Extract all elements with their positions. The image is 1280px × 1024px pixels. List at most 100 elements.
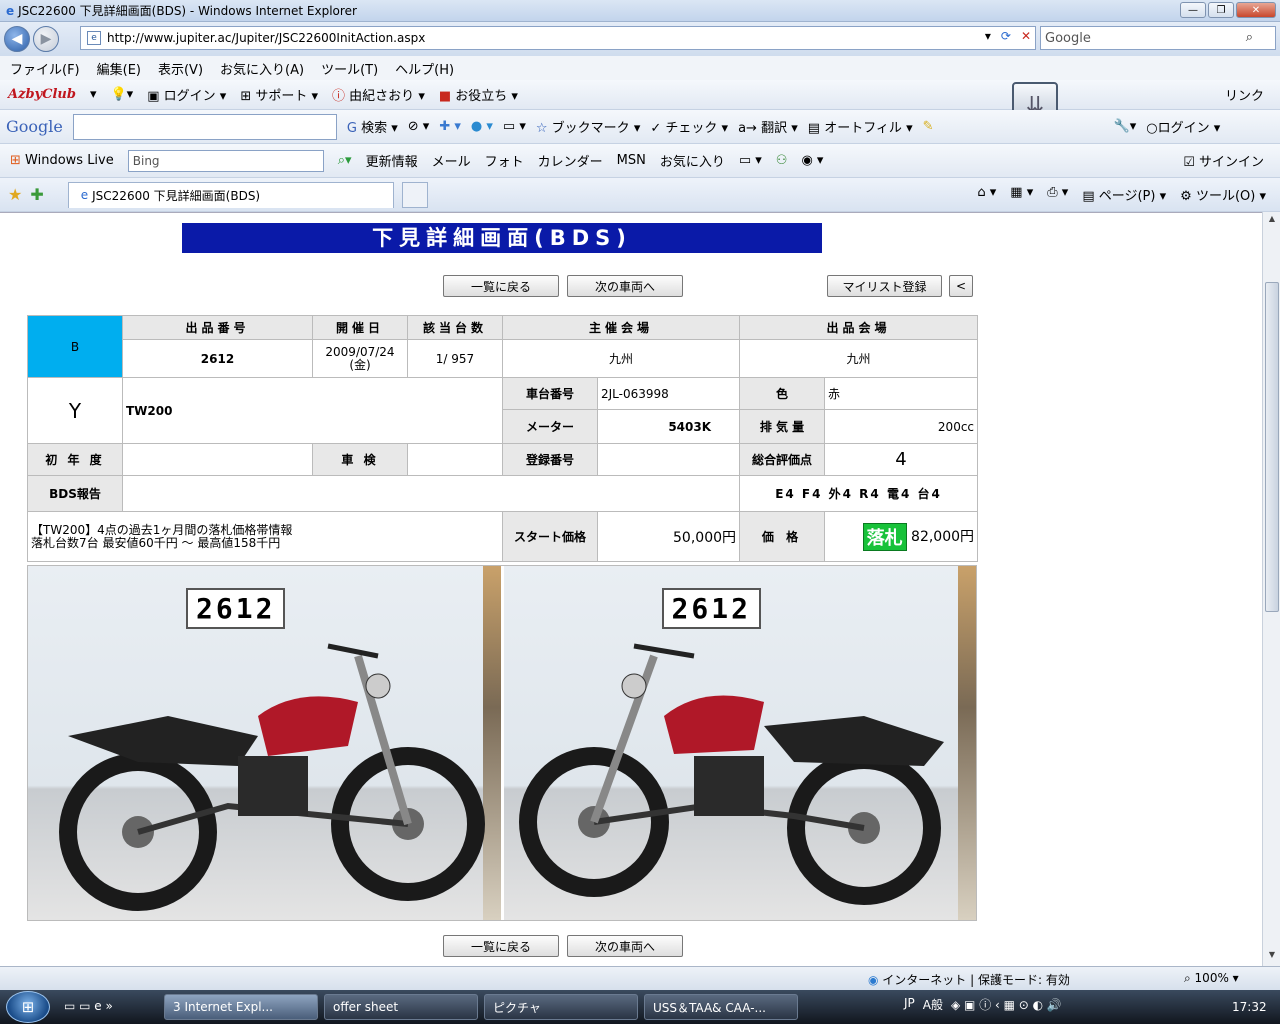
bulb-icon[interactable]: 💡▾: [110, 87, 133, 102]
auction-weekday: (金): [349, 357, 371, 372]
address-bar[interactable]: e http://www.jupiter.ac/Jupiter/JSC22600…: [80, 26, 1036, 50]
messenger-icon[interactable]: ⚇: [776, 153, 788, 168]
translate-icon: a→: [738, 121, 762, 136]
back-button[interactable]: ◀: [4, 26, 30, 52]
feed-icon[interactable]: ▦ ▾: [1010, 185, 1033, 204]
wrench-icon[interactable]: 🔧▾: [1114, 119, 1137, 134]
signin-button[interactable]: ☑ サインイン: [1183, 151, 1264, 170]
favorites-star-icon[interactable]: ★: [8, 185, 22, 204]
user-button[interactable]: ⓘ 由紀さおり ▾: [332, 85, 425, 104]
bing-search-icon[interactable]: ⌕▾: [338, 153, 352, 168]
menu-help[interactable]: ヘルプ(H): [395, 59, 454, 78]
live-link-favorites[interactable]: お気に入り: [660, 151, 725, 170]
live-link-updates[interactable]: 更新情報: [366, 151, 418, 170]
dropdown-icon[interactable]: ▾: [985, 29, 991, 43]
sidewiki-icon[interactable]: ● ▾: [471, 119, 493, 134]
layout-icon[interactable]: ▭ ▾: [503, 119, 526, 134]
live-link-mail[interactable]: メール: [432, 151, 471, 170]
task-internet-explorer[interactable]: 3 Internet Expl...: [164, 994, 318, 1020]
task-uss[interactable]: USS＆TAA& CAA-...: [644, 994, 798, 1020]
color-label: 色: [739, 377, 826, 410]
search-input[interactable]: Google: [1045, 31, 1091, 46]
autofill-button[interactable]: ▤ オートフィル ▾: [808, 117, 913, 136]
search-icon[interactable]: ⌕: [1246, 30, 1253, 45]
maximize-button[interactable]: ❐: [1208, 2, 1234, 18]
useful-button[interactable]: ■ お役立ち ▾: [439, 85, 518, 104]
bookmark-button[interactable]: ☆ ブックマーク ▾: [536, 117, 640, 136]
azby-logo[interactable]: AzbyClub: [8, 87, 76, 102]
support-button[interactable]: ⊞ サポート ▾: [240, 85, 318, 104]
google-login-button[interactable]: ○ログイン ▾: [1146, 117, 1220, 136]
back-to-list-button[interactable]: 一覧に戻る: [443, 275, 559, 297]
windows-live-toolbar: ⊞ Windows Live Bing ⌕▾ 更新情報 メール フォト カレンダ…: [0, 144, 1280, 178]
tray-icons[interactable]: ◈ ▣ ⓘ ‹ ▦ ⊙ ◐ 🔊: [951, 996, 1062, 1013]
vertical-scrollbar[interactable]: ▲ ▼: [1262, 212, 1280, 966]
globe-icon[interactable]: ◉ ▾: [801, 153, 823, 168]
page-icon: e: [87, 31, 101, 45]
language-indicator[interactable]: JP: [904, 996, 915, 1013]
task-offer-label: offer sheet: [333, 1000, 399, 1014]
add-mylist-button[interactable]: マイリスト登録: [827, 275, 942, 297]
login-button[interactable]: ▣ ログイン ▾: [147, 85, 226, 104]
task-pictures[interactable]: ピクチャ: [484, 994, 638, 1020]
system-tray: JP A般 ◈ ▣ ⓘ ‹ ▦ ⊙ ◐ 🔊: [904, 996, 1062, 1013]
bing-search-input[interactable]: Bing: [127, 149, 324, 172]
search-box[interactable]: Google ⌕: [1040, 26, 1276, 50]
scroll-thumb[interactable]: [1265, 282, 1279, 612]
menu-file[interactable]: ファイル(F): [10, 59, 80, 78]
live-link-msn[interactable]: MSN: [617, 153, 646, 168]
inspection-label: 車 検: [312, 443, 408, 476]
prev-button[interactable]: <: [949, 275, 973, 297]
tools-menu[interactable]: ⚙ ツール(O) ▾: [1180, 185, 1266, 204]
back-to-list-button-bottom[interactable]: 一覧に戻る: [443, 935, 559, 957]
minimize-button[interactable]: —: [1180, 2, 1206, 18]
page-menu[interactable]: ▤ ページ(P) ▾: [1082, 185, 1166, 204]
translate-button[interactable]: a→ 翻訳 ▾: [738, 117, 798, 136]
live-link-photo[interactable]: フォト: [485, 151, 524, 170]
google-login-label: ログイン: [1157, 121, 1210, 136]
stop-icon[interactable]: ✕: [1021, 29, 1031, 43]
chevron-down-icon[interactable]: ▾: [90, 87, 97, 102]
registration-value: [596, 443, 741, 476]
home-icon[interactable]: ⌂ ▾: [977, 185, 996, 204]
menu-favorites[interactable]: お気に入り(A): [220, 59, 304, 78]
check-icon: ✓: [650, 121, 666, 136]
print-icon[interactable]: ⎙ ▾: [1047, 185, 1068, 204]
tab-active[interactable]: e JSC22600 下見詳細画面(BDS): [67, 181, 394, 208]
next-vehicle-button-bottom[interactable]: 次の車両へ: [567, 935, 683, 957]
quick-launch-icons[interactable]: ▭ ▭ e »: [64, 999, 113, 1013]
ime-icon[interactable]: A般: [923, 996, 943, 1013]
google-search-input[interactable]: [72, 113, 337, 140]
first-year-label: 初 年 度: [27, 443, 123, 476]
spellcheck-button[interactable]: ✓ チェック ▾: [650, 117, 728, 136]
next-vehicle-button[interactable]: 次の車両へ: [567, 275, 683, 297]
plus-icon[interactable]: ✚ ▾: [439, 119, 461, 134]
google-search-button[interactable]: G 検索 ▾: [347, 117, 398, 136]
vehicle-photo-right[interactable]: 2612: [503, 566, 976, 920]
registration-label: 登録番号: [502, 443, 598, 476]
vehicle-photo-left[interactable]: 2612: [28, 566, 501, 920]
refresh-icon[interactable]: ⟳: [1001, 29, 1011, 43]
close-button[interactable]: ✕: [1236, 2, 1276, 18]
scroll-down-icon[interactable]: ▼: [1265, 950, 1279, 964]
scroll-up-icon[interactable]: ▲: [1265, 214, 1279, 228]
live-link-calendar[interactable]: カレンダー: [538, 151, 603, 170]
menu-edit[interactable]: 編集(E): [97, 59, 141, 78]
bds-report-label: BDS報告: [27, 475, 123, 512]
task-offer-sheet[interactable]: offer sheet: [324, 994, 478, 1020]
add-favorites-icon[interactable]: ✚: [30, 185, 43, 204]
pagerank-icon[interactable]: ⊘ ▾: [408, 119, 430, 134]
links-button[interactable]: リンク: [1225, 85, 1264, 104]
window-icon[interactable]: ▭ ▾: [739, 153, 762, 168]
forward-button[interactable]: ▶: [33, 26, 59, 52]
windows-live-logo[interactable]: ⊞ Windows Live: [10, 153, 114, 168]
start-button[interactable]: ⊞: [6, 991, 50, 1023]
grade-cell: B: [27, 315, 123, 378]
clock[interactable]: 17:32: [1232, 1000, 1267, 1014]
zoom-control[interactable]: ⌕ 100% ▾: [1184, 971, 1239, 986]
new-tab-button[interactable]: [401, 181, 428, 208]
highlighter-icon[interactable]: ✎: [923, 119, 934, 134]
menu-tools[interactable]: ツール(T): [321, 59, 378, 78]
menu-view[interactable]: 表示(V): [158, 59, 203, 78]
host-venue: 九州: [501, 339, 741, 378]
